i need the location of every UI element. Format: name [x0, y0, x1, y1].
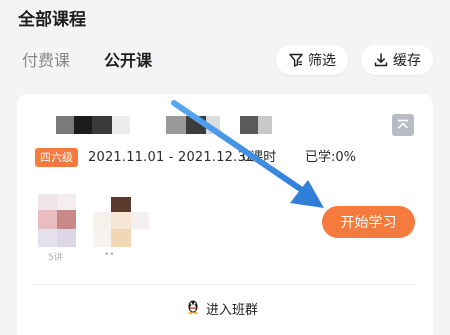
join-group-button[interactable]: 进入班群 — [186, 298, 258, 318]
level-badge: 四六级 — [35, 148, 78, 167]
join-group-label: 进入班群 — [206, 302, 259, 318]
pin-top-icon[interactable] — [392, 114, 414, 136]
card-divider — [34, 284, 416, 285]
filter-label: 筛选 — [308, 53, 336, 69]
cache-button[interactable]: 缓存 — [361, 45, 433, 75]
filter-button[interactable]: 筛选 — [276, 45, 348, 75]
course-date-range: 2021.11.01 - 2021.12.31 — [88, 150, 255, 165]
page-title: 全部课程 — [18, 10, 86, 30]
qq-penguin-icon — [186, 298, 200, 318]
teacher-caption: 5讲 — [48, 253, 63, 263]
course-lessons: 0课时 — [242, 150, 277, 165]
tab-public-courses[interactable]: 公开课 — [104, 50, 152, 72]
cache-label: 缓存 — [393, 53, 421, 69]
course-progress: 已学:0% — [305, 150, 357, 165]
start-learning-button[interactable]: 开始学习 — [322, 206, 415, 238]
download-icon — [373, 52, 389, 68]
filter-icon — [288, 52, 304, 68]
teacher-caption: •• — [104, 250, 115, 260]
tab-paid-courses[interactable]: 付费课 — [22, 50, 70, 72]
